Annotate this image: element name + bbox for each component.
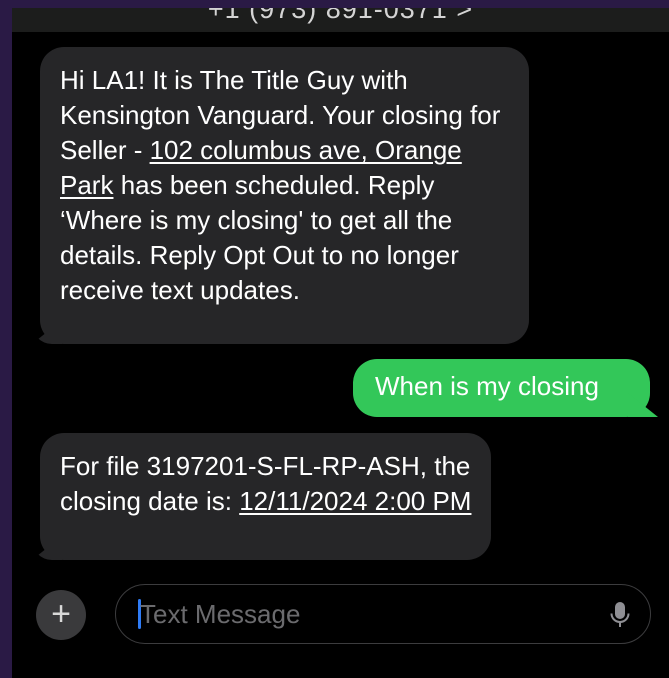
add-attachment-button[interactable]: +	[36, 590, 86, 640]
message-text: has been scheduled. Reply ‘Where is my c…	[60, 170, 459, 305]
incoming-message-bubble[interactable]: Hi LA1! It is The Title Guy with Kensing…	[32, 47, 529, 344]
incoming-message-bubble[interactable]: For file 3197201-S-FL-RP-ASH, the closin…	[32, 433, 491, 560]
outgoing-message-bubble[interactable]: When is my closing	[353, 359, 658, 417]
message-text: When is my closing	[375, 371, 599, 401]
messages-screen: +1 (973) 891-0371 > Hi LA1! It is The Ti…	[12, 8, 669, 678]
message-input[interactable]	[140, 585, 580, 643]
conversation-header: +1 (973) 891-0371 >	[12, 8, 669, 32]
date-link[interactable]: 12/11/2024 2:00 PM	[239, 486, 471, 516]
message-input-container[interactable]	[115, 584, 651, 644]
bubble-tail	[628, 393, 658, 417]
microphone-icon[interactable]	[610, 601, 630, 629]
bubble-tail	[32, 320, 62, 344]
bubble-tail	[32, 536, 62, 560]
plus-icon: +	[51, 595, 71, 633]
contact-phone-number[interactable]: +1 (973) 891-0371 >	[12, 8, 669, 25]
